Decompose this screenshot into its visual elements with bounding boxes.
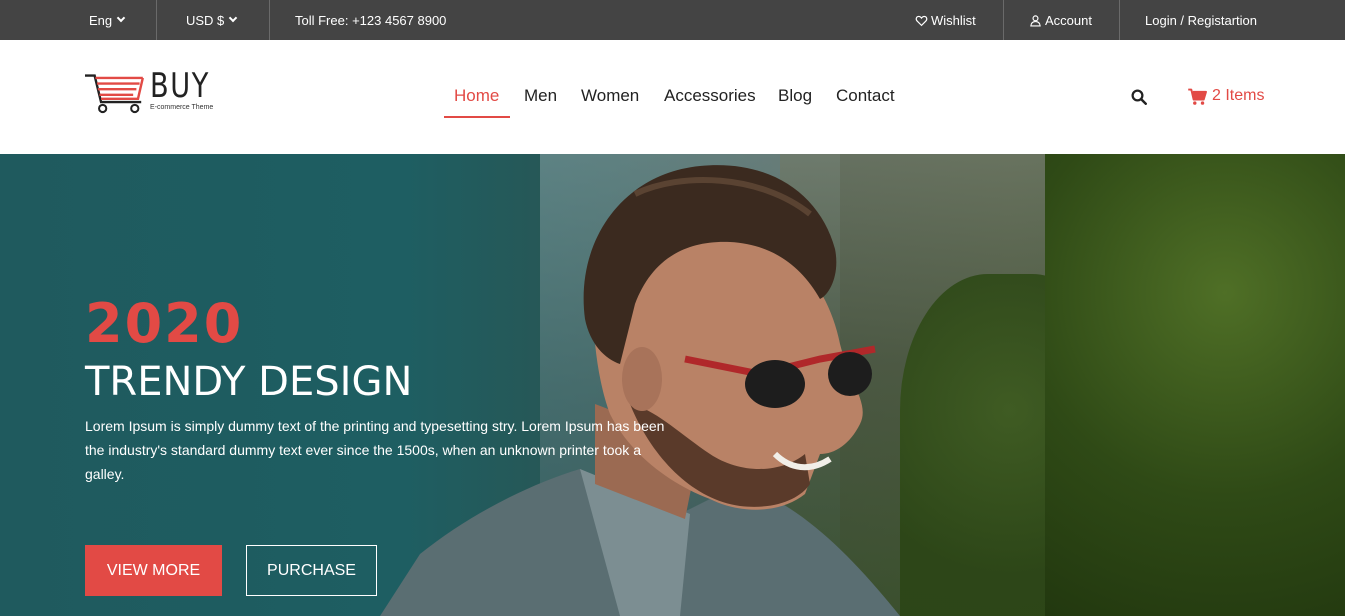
topbar-divider (269, 0, 270, 40)
hero-banner: 2020 TRENDY DESIGN Lorem Ipsum is simply… (0, 154, 1345, 616)
nav-item-contact[interactable]: Contact (836, 86, 895, 106)
login-label: Login / Registartion (1145, 12, 1258, 28)
wishlist-label: Wishlist (931, 12, 976, 28)
shopping-cart-logo (85, 74, 144, 114)
view-more-button[interactable]: VIEW MORE (85, 545, 222, 596)
toll-free-text: Toll Free: +123 4567 8900 (295, 12, 447, 28)
cart-count-label: 2 Items (1212, 87, 1265, 104)
logo-word: BUY (150, 66, 211, 106)
search-icon[interactable] (1130, 88, 1148, 106)
chevron-down-icon (229, 13, 238, 23)
shopping-cart-icon (1188, 88, 1207, 105)
nav-item-blog[interactable]: Blog (778, 86, 812, 106)
language-selector[interactable]: Eng (89, 0, 126, 40)
nav-item-men[interactable]: Men (524, 86, 557, 106)
currency-label: USD $ (186, 12, 225, 28)
account-label: Account (1045, 12, 1092, 28)
top-bar: Eng USD $ Toll Free: +123 4567 8900 Wish… (0, 0, 1345, 40)
nav-active-indicator (444, 116, 510, 118)
hero-description: Lorem Ipsum is simply dummy text of the … (85, 418, 665, 482)
login-registration-link[interactable]: Login / Registartion (1145, 0, 1257, 40)
purchase-button[interactable]: PURCHASE (246, 545, 377, 596)
hero-title: TRENDY DESIGN (85, 359, 413, 405)
nav-item-accessories[interactable]: Accessories (664, 86, 756, 106)
chevron-down-icon (116, 13, 126, 23)
user-icon (1030, 14, 1041, 27)
topbar-divider (1119, 0, 1120, 40)
topbar-divider (1003, 0, 1004, 40)
account-link[interactable]: Account (1029, 0, 1092, 40)
main-header: BUY E-commerce Theme Home Men Women Acce… (0, 40, 1345, 154)
hero-background-foliage (1045, 154, 1345, 616)
hero-model-image (380, 165, 900, 616)
toll-free-number: Toll Free: +123 4567 8900 (295, 0, 446, 40)
currency-selector[interactable]: USD $ (186, 0, 238, 40)
nav-item-home[interactable]: Home (454, 86, 499, 106)
heart-icon (915, 15, 928, 26)
wishlist-link[interactable]: Wishlist (915, 0, 976, 40)
logo-text: BUY E-commerce Theme (150, 68, 225, 111)
cart-button[interactable]: 2 Items (1188, 87, 1264, 105)
nav-item-women[interactable]: Women (581, 86, 639, 106)
hero-year: 2020 (85, 292, 244, 355)
language-label: Eng (89, 12, 113, 28)
topbar-divider (156, 0, 157, 40)
site-logo[interactable]: BUY E-commerce Theme (85, 68, 225, 124)
